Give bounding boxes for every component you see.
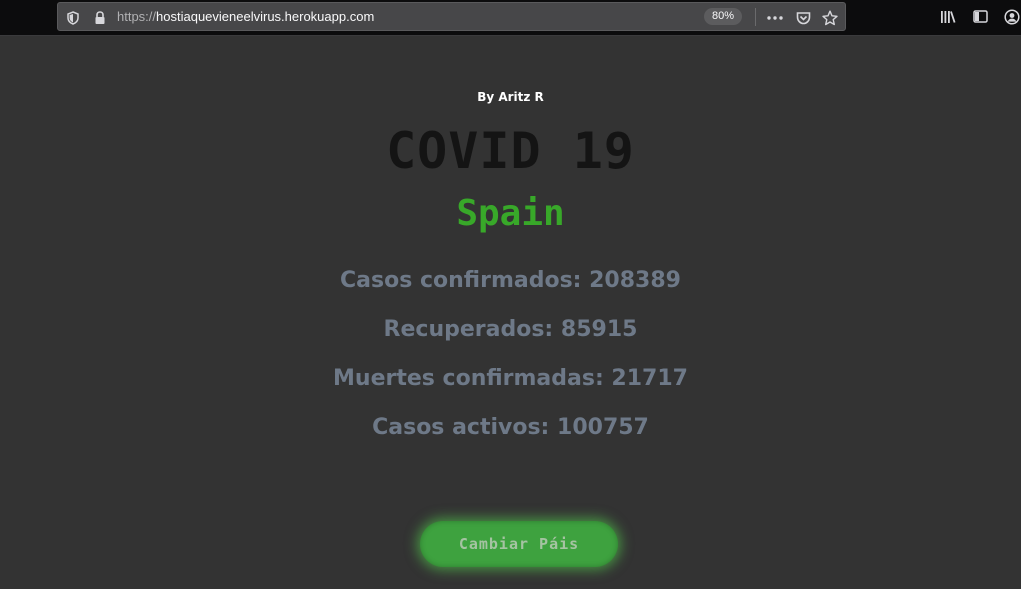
stat-confirmed: Casos confirmados: 208389 <box>340 268 681 293</box>
author-credit: By Aritz R <box>477 90 544 104</box>
url-text[interactable]: https://hostiaquevieneelvirus.herokuapp.… <box>117 3 374 30</box>
sidebar-icon[interactable] <box>970 2 990 31</box>
star-icon[interactable] <box>821 3 839 32</box>
lock-icon[interactable] <box>92 3 108 32</box>
url-protocol: https:// <box>117 9 157 24</box>
page-title: COVID 19 <box>386 122 635 180</box>
account-icon[interactable] <box>1002 2 1021 31</box>
urlbar-separator <box>755 8 756 26</box>
more-icon[interactable] <box>765 3 785 32</box>
url-bar[interactable]: https://hostiaquevieneelvirus.herokuapp.… <box>57 2 846 31</box>
stat-deaths: Muertes confirmadas: 21717 <box>333 366 688 391</box>
page-content: By Aritz R COVID 19 Spain Casos confirma… <box>0 36 1021 589</box>
change-country-button[interactable]: Cambiar Páis <box>420 521 618 567</box>
browser-toolbar: https://hostiaquevieneelvirus.herokuapp.… <box>0 0 1021 36</box>
url-host: hostiaquevieneelvirus.herokuapp.com <box>156 9 375 24</box>
shield-icon[interactable] <box>65 3 81 32</box>
stat-recovered: Recuperados: 85915 <box>383 317 638 342</box>
library-icon[interactable] <box>938 2 958 31</box>
zoom-level-badge[interactable]: 80% <box>704 8 742 25</box>
stat-active: Casos activos: 100757 <box>372 415 649 440</box>
pocket-icon[interactable] <box>794 3 812 32</box>
country-name: Spain <box>456 193 565 234</box>
